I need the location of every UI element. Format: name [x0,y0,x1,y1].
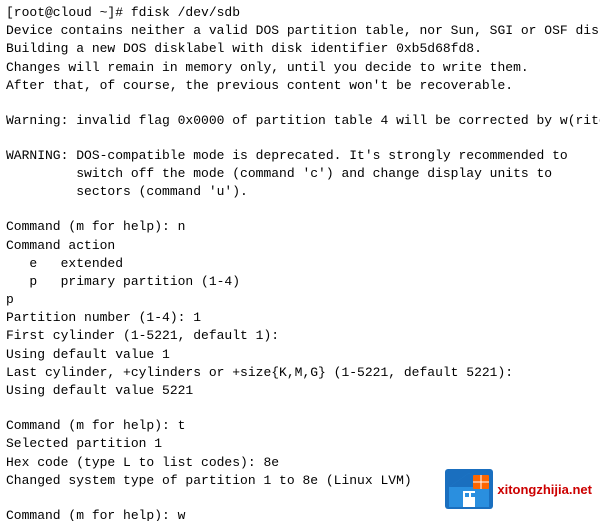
terminal-line: e extended [6,255,594,273]
terminal-line: Last cylinder, +cylinders or +size{K,M,G… [6,364,594,382]
terminal-line: Warning: invalid flag 0x0000 of partitio… [6,112,594,130]
terminal-line: First cylinder (1-5221, default 1): [6,327,594,345]
terminal-line: sectors (command 'u'). [6,183,594,201]
terminal-line: p [6,291,594,309]
terminal-line [6,400,594,417]
terminal-line [6,130,594,147]
watermark: xitongzhijia.net [445,469,592,509]
terminal-line: Selected partition 1 [6,435,594,453]
terminal-line: Command action [6,237,594,255]
terminal-line: Using default value 5221 [6,382,594,400]
terminal-line: Building a new DOS disklabel with disk i… [6,40,594,58]
terminal-line: switch off the mode (command 'c') and ch… [6,165,594,183]
terminal-line: Using default value 1 [6,346,594,364]
terminal-line: WARNING: DOS-compatible mode is deprecat… [6,147,594,165]
terminal-line: [root@cloud ~]# fdisk /dev/sdb [6,4,594,22]
terminal-line: p primary partition (1-4) [6,273,594,291]
terminal-line: After that, of course, the previous cont… [6,77,594,95]
terminal-line: Command (m for help): t [6,417,594,435]
terminal-line: Partition number (1-4): 1 [6,309,594,327]
terminal-line: Changes will remain in memory only, unti… [6,59,594,77]
terminal-window: [root@cloud ~]# fdisk /dev/sdbDevice con… [0,0,600,521]
terminal-line: Command (m for help): n [6,218,594,236]
terminal-line [6,95,594,112]
terminal-content: [root@cloud ~]# fdisk /dev/sdbDevice con… [6,4,594,521]
terminal-line [6,201,594,218]
terminal-line: Device contains neither a valid DOS part… [6,22,594,40]
watermark-site-name: xitongzhijia.net [497,482,592,497]
watermark-logo-icon [445,469,493,509]
